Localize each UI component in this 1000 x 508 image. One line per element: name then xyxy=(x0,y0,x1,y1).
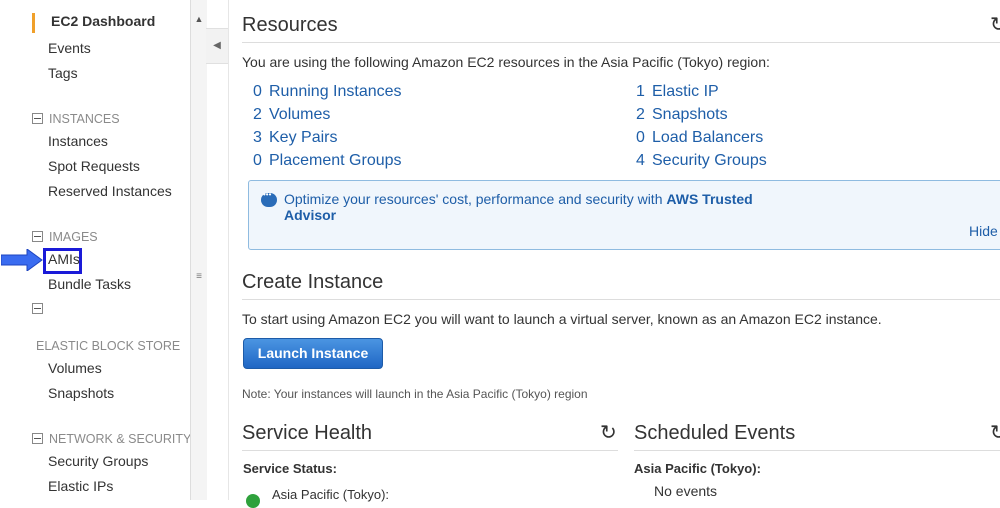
collapse-icon[interactable] xyxy=(32,303,43,314)
sidebar: EC2 Dashboard Events Tags INSTANCES Inst… xyxy=(0,0,206,500)
scheduled-events-region: Asia Pacific (Tokyo): xyxy=(634,461,761,476)
section-images-title: IMAGES xyxy=(49,230,98,244)
collapse-icon[interactable] xyxy=(32,231,43,242)
chat-bubble-icon xyxy=(261,190,277,207)
create-instance-title: Create Instance xyxy=(242,271,384,293)
link-elastic-ip[interactable]: 1 Elastic IP xyxy=(636,83,719,101)
link-security-groups[interactable]: 4 Security Groups xyxy=(636,152,767,170)
nav-snapshots[interactable]: Snapshots xyxy=(48,385,114,401)
trusted-advisor-info-box: Optimize your resources' cost, performan… xyxy=(248,180,1000,250)
resize-grip-icon[interactable]: ≡ xyxy=(193,270,205,284)
service-health-title: Service Health xyxy=(242,422,373,444)
resource-count: 2 xyxy=(253,106,262,123)
section-instances[interactable]: INSTANCES xyxy=(32,112,120,126)
refresh-icon[interactable]: ↻ xyxy=(990,420,1000,445)
divider xyxy=(242,450,618,451)
launch-instance-button[interactable]: Launch Instance xyxy=(243,338,383,369)
trusted-advisor-link-2[interactable]: Advisor xyxy=(284,207,336,223)
create-instance-text: To start using Amazon EC2 you will want … xyxy=(242,311,882,327)
resource-label: Key Pairs xyxy=(269,129,338,146)
status-ok-icon xyxy=(246,494,260,508)
arrow-pointer-icon xyxy=(1,249,43,271)
nav-reserved-instances[interactable]: Reserved Instances xyxy=(48,183,172,199)
resources-intro: You are using the following Amazon EC2 r… xyxy=(242,54,770,70)
scheduled-events-title: Scheduled Events xyxy=(634,422,796,444)
section-images[interactable]: IMAGES xyxy=(32,230,98,244)
resource-count: 4 xyxy=(636,152,645,169)
resource-label: Placement Groups xyxy=(269,152,402,169)
resource-label: Elastic IP xyxy=(652,83,719,100)
section-instances-title: INSTANCES xyxy=(49,112,120,126)
resource-label: Security Groups xyxy=(652,152,767,169)
nav-tags[interactable]: Tags xyxy=(48,65,78,81)
refresh-icon[interactable]: ↻ xyxy=(990,12,1000,37)
link-volumes[interactable]: 2 Volumes xyxy=(253,106,330,124)
section-ebs-title: ELASTIC BLOCK STORE xyxy=(36,339,181,353)
resource-count: 2 xyxy=(636,106,645,123)
resource-count: 0 xyxy=(253,152,262,169)
link-placement-groups[interactable]: 0 Placement Groups xyxy=(253,152,402,170)
nav-events[interactable]: Events xyxy=(48,40,91,56)
section-ebs-toggle[interactable] xyxy=(32,302,49,316)
resource-count: 1 xyxy=(636,83,645,100)
divider xyxy=(242,42,1000,43)
nav-spot-requests[interactable]: Spot Requests xyxy=(48,158,140,174)
resource-label: Load Balancers xyxy=(652,129,764,146)
nav-bundle-tasks[interactable]: Bundle Tasks xyxy=(48,276,131,292)
resource-label: Snapshots xyxy=(652,106,728,123)
section-network[interactable]: NETWORK & SECURITY xyxy=(32,432,191,446)
nav-elastic-ips[interactable]: Elastic IPs xyxy=(48,478,113,494)
nav-instances[interactable]: Instances xyxy=(48,133,108,149)
link-key-pairs[interactable]: 3 Key Pairs xyxy=(253,129,337,147)
divider xyxy=(634,450,1000,451)
nav-amis[interactable]: AMIs xyxy=(48,251,80,267)
resources-title: Resources xyxy=(242,14,338,36)
nav-ec2-dashboard[interactable]: EC2 Dashboard xyxy=(32,13,155,33)
service-status-label: Service Status: xyxy=(243,461,337,476)
info-text: Optimize your resources' cost, performan… xyxy=(284,191,784,223)
resource-label: Running Instances xyxy=(269,83,402,100)
divider xyxy=(242,299,1000,300)
chevron-left-icon[interactable]: ◀ xyxy=(213,40,221,51)
refresh-icon[interactable]: ↻ xyxy=(600,420,617,445)
link-running-instances[interactable]: 0 Running Instances xyxy=(253,83,402,101)
launch-note: Note: Your instances will launch in the … xyxy=(242,387,588,401)
link-load-balancers[interactable]: 0 Load Balancers xyxy=(636,129,763,147)
collapse-sidebar-button[interactable]: ◀ xyxy=(206,28,229,64)
info-message: Optimize your resources' cost, performan… xyxy=(284,191,663,207)
scroll-up-icon[interactable]: ▲ xyxy=(193,14,205,28)
sidebar-scrollbar[interactable]: ▲ ≡ xyxy=(190,0,207,500)
hide-link[interactable]: Hide xyxy=(969,223,998,239)
resource-count: 0 xyxy=(253,83,262,100)
scheduled-events-value: No events xyxy=(654,483,718,499)
resource-count: 3 xyxy=(253,129,262,146)
collapse-icon[interactable] xyxy=(32,113,43,124)
section-network-title: NETWORK & SECURITY xyxy=(49,432,192,446)
resource-label: Volumes xyxy=(269,106,331,123)
collapse-icon[interactable] xyxy=(32,433,43,444)
resource-count: 0 xyxy=(636,129,645,146)
panel-divider xyxy=(228,0,229,500)
nav-security-groups[interactable]: Security Groups xyxy=(48,453,148,469)
link-snapshots[interactable]: 2 Snapshots xyxy=(636,106,728,124)
nav-volumes[interactable]: Volumes xyxy=(48,360,102,376)
trusted-advisor-link[interactable]: AWS Trusted xyxy=(666,191,752,207)
